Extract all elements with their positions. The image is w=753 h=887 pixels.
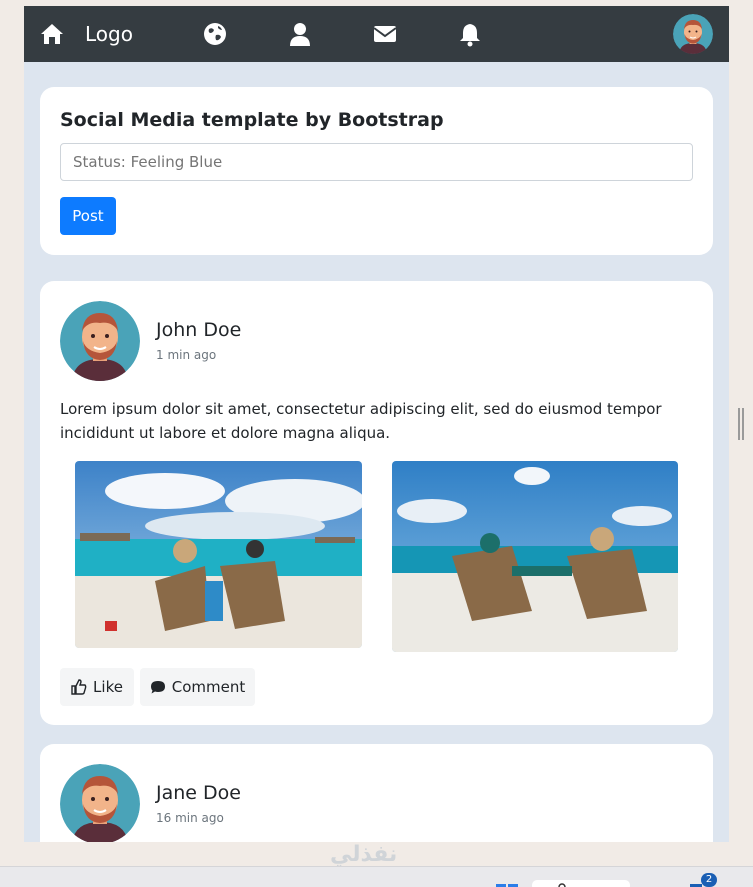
post-photo-beach-chairs-2[interactable] — [392, 461, 678, 652]
taskbar — [0, 866, 753, 887]
logo-link[interactable]: Logo — [85, 22, 133, 46]
notification-badge: 2 — [701, 873, 717, 887]
like-label: Like — [93, 678, 123, 696]
post-photo-beach-chairs-1[interactable] — [75, 461, 362, 648]
post-card: John Doe 1 min ago Lorem ipsum dolor sit… — [40, 281, 713, 725]
post-author-avatar[interactable] — [60, 301, 140, 381]
comment-label: Comment — [171, 678, 246, 696]
search-pill[interactable] — [532, 876, 630, 887]
post-timestamp: 1 min ago — [156, 348, 217, 362]
post-card: Jane Doe 16 min ago — [40, 744, 713, 842]
post-timestamp: 16 min ago — [156, 811, 224, 825]
post-author-avatar[interactable] — [60, 764, 140, 842]
post-author-name[interactable]: Jane Doe — [156, 782, 241, 804]
top-navbar: Logo — [24, 6, 729, 62]
thumbs-up-icon — [71, 679, 87, 695]
globe-icon[interactable] — [202, 21, 228, 47]
bell-icon[interactable] — [457, 21, 483, 47]
status-card-title: Social Media template by Bootstrap — [60, 109, 444, 131]
user-icon[interactable] — [287, 21, 313, 47]
comment-icon — [150, 681, 165, 694]
status-input[interactable] — [60, 143, 693, 181]
post-author-name[interactable]: John Doe — [156, 319, 241, 341]
like-button[interactable]: Like — [60, 668, 134, 706]
windows-start-icon[interactable] — [496, 878, 518, 887]
app-container: Logo Social Media template by Bootstrap … — [24, 6, 729, 842]
envelope-icon[interactable] — [372, 21, 398, 47]
watermark: نفذلي — [330, 842, 398, 867]
resize-handle-icon[interactable] — [736, 408, 746, 440]
status-card: Social Media template by Bootstrap Post — [40, 87, 713, 255]
profile-avatar[interactable] — [673, 14, 713, 54]
home-icon[interactable] — [39, 21, 65, 47]
post-button[interactable]: Post — [60, 197, 116, 235]
post-body-text: Lorem ipsum dolor sit amet, consectetur … — [60, 400, 662, 442]
comment-button[interactable]: Comment — [140, 668, 255, 706]
